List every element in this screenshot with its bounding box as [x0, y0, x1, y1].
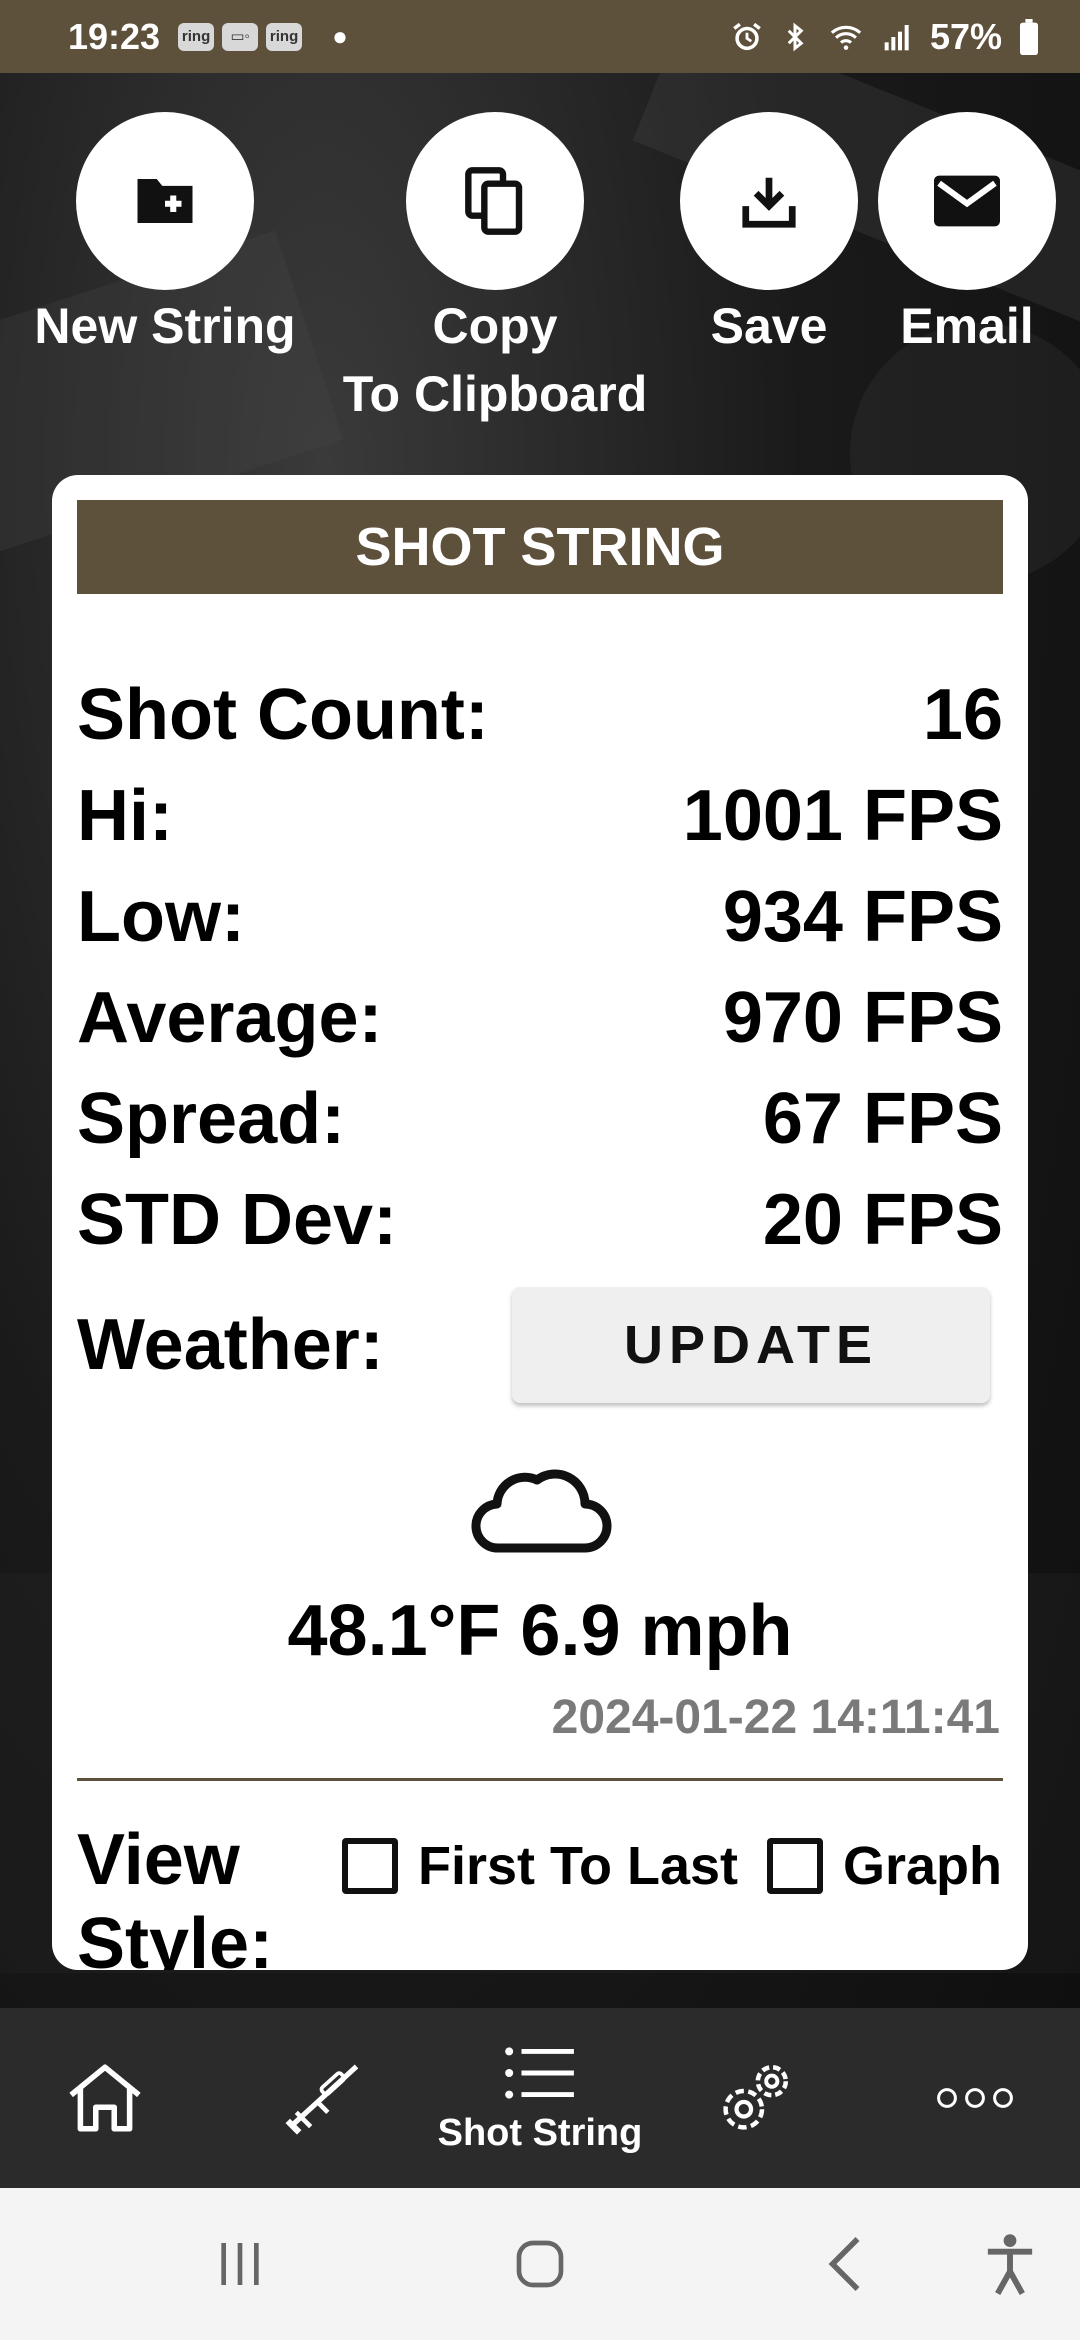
graph-label: Graph	[843, 1836, 1003, 1896]
weather-timestamp: 2024-01-22 14:11:41	[551, 1691, 1000, 1744]
alarm-icon	[733, 22, 761, 50]
status-time: 19:23	[68, 15, 161, 57]
nav-shot-string-label: Shot String	[437, 2111, 643, 2154]
view-style-label-line2: Style:	[77, 1904, 274, 1970]
recent-apps-button[interactable]	[190, 2188, 290, 2340]
status-icons: 57%	[730, 16, 1040, 58]
email-circle[interactable]	[878, 112, 1056, 290]
stat-row-low: Low: 934 FPS	[77, 867, 1003, 967]
new-string-label: New String	[34, 298, 296, 354]
stat-value: 67 FPS	[762, 1079, 1003, 1159]
shot-string-list-icon	[505, 2046, 574, 2099]
rifle-icon	[285, 2064, 359, 2135]
home-icon	[69, 2064, 141, 2132]
divider	[77, 1778, 1003, 1781]
stat-label: Shot Count:	[77, 675, 489, 755]
first-to-last-label: First To Last	[418, 1836, 739, 1896]
graph-option[interactable]: Graph	[767, 1835, 1002, 1897]
view-style-label-line1: View	[77, 1820, 240, 1900]
accessibility-icon	[987, 2234, 1033, 2295]
ring-camera-notification-icon: ▭◦	[222, 22, 259, 51]
copy-to-clipboard-button[interactable]: Copy To Clipboard	[325, 112, 665, 428]
stat-value: 20 FPS	[762, 1180, 1003, 1260]
stat-row-std-dev: STD Dev: 20 FPS	[77, 1170, 1003, 1270]
new-string-button[interactable]: New String	[22, 112, 308, 360]
card-title: SHOT STRING	[77, 500, 1003, 594]
home-system-icon	[516, 2240, 564, 2288]
status-bar: 19:23 ring ▭◦ ring ● 57%	[0, 0, 1080, 73]
ring-notification-icon: ring	[178, 22, 215, 51]
weather-label: Weather:	[77, 1305, 384, 1385]
stat-row-shot-count: Shot Count: 16	[77, 665, 1003, 765]
wifi-icon	[830, 25, 862, 50]
nav-shot-string[interactable]: Shot String	[420, 2008, 660, 2188]
back-icon	[828, 2237, 860, 2291]
stat-value: 1001 FPS	[682, 776, 1003, 856]
more-notifications-dot-icon: ●	[332, 21, 348, 51]
email-icon	[934, 175, 1000, 227]
save-button[interactable]: Save	[680, 112, 858, 360]
folder-add-icon	[137, 179, 193, 223]
stat-value: 16	[922, 675, 1003, 755]
email-label: Email	[900, 298, 1034, 354]
stat-row-average: Average: 970 FPS	[77, 968, 1003, 1068]
save-label: Save	[710, 298, 828, 354]
settings-gears-icon	[723, 2064, 789, 2130]
back-button[interactable]	[795, 2188, 895, 2340]
cloud-icon	[471, 1469, 612, 1553]
stat-label: Spread:	[77, 1079, 346, 1159]
copy-circle[interactable]	[406, 112, 584, 290]
stat-value: 970 FPS	[722, 978, 1003, 1058]
nav-settings[interactable]	[700, 2008, 810, 2188]
new-string-circle[interactable]	[76, 112, 254, 290]
stat-label: STD Dev:	[77, 1180, 398, 1260]
signal-icon	[884, 24, 909, 50]
update-weather-button[interactable]: UPDATE	[512, 1287, 990, 1403]
stat-row-hi: Hi: 1001 FPS	[77, 766, 1003, 866]
first-to-last-checkbox[interactable]	[342, 1838, 398, 1894]
weather-value: 48.1°F 6.9 mph	[287, 1591, 793, 1671]
nav-rifle[interactable]	[270, 2008, 380, 2188]
system-navigation-bar	[0, 2188, 1080, 2340]
battery-icon	[1020, 18, 1038, 55]
recent-apps-icon	[221, 2243, 259, 2285]
save-circle[interactable]	[680, 112, 858, 290]
bottom-navigation: Shot String	[0, 2008, 1080, 2188]
copy-label-line1: Copy	[432, 298, 558, 354]
view-style-label: View Style:	[77, 1818, 337, 1970]
download-icon	[742, 177, 796, 228]
shot-string-card: SHOT STRING Shot Count: 16 Hi: 1001 FPS …	[52, 475, 1028, 1970]
email-button[interactable]: Email	[878, 112, 1056, 360]
battery-percent: 57%	[929, 15, 1002, 57]
accessibility-button[interactable]	[960, 2188, 1060, 2340]
copy-icon	[465, 167, 523, 235]
nav-more[interactable]	[920, 2008, 1030, 2188]
stat-label: Average:	[77, 978, 383, 1058]
stat-value: 934 FPS	[722, 877, 1003, 957]
stat-row-spread: Spread: 67 FPS	[77, 1069, 1003, 1169]
bluetooth-icon	[787, 22, 804, 51]
more-icon	[937, 2088, 1013, 2108]
copy-label-line2: To Clipboard	[342, 366, 648, 422]
first-to-last-option[interactable]: First To Last	[342, 1835, 738, 1897]
home-system-button[interactable]	[490, 2188, 590, 2340]
stat-label: Low:	[77, 877, 245, 957]
graph-checkbox[interactable]	[767, 1838, 823, 1894]
stat-label: Hi:	[77, 776, 173, 856]
ring-notification-icon: ring	[266, 22, 303, 51]
nav-home[interactable]	[50, 2008, 160, 2188]
